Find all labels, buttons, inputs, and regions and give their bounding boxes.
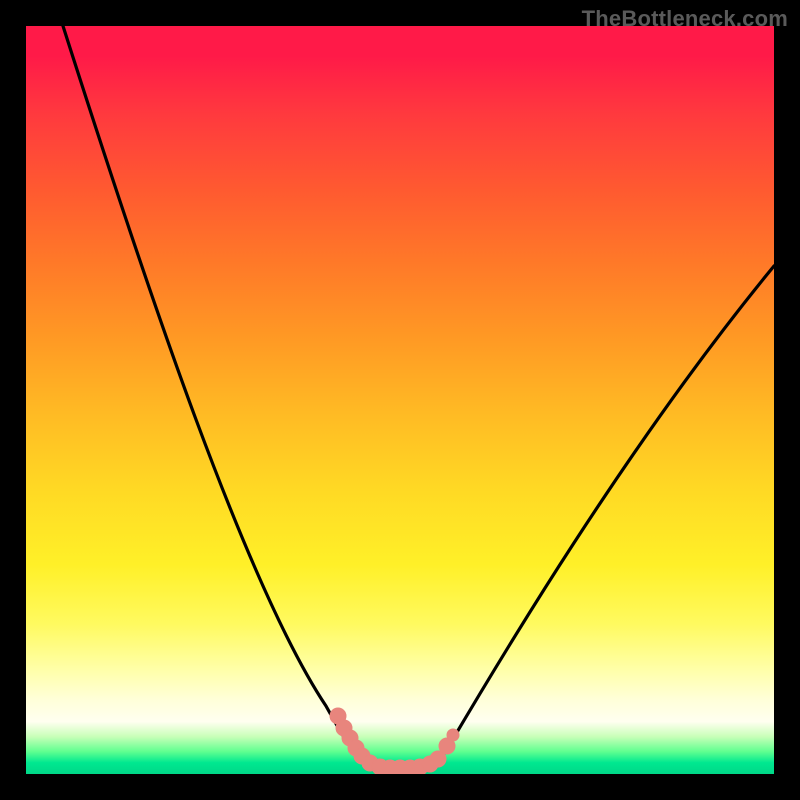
marker-dots-group	[330, 708, 459, 774]
chart-frame: TheBottleneck.com	[0, 0, 800, 800]
chart-svg	[26, 26, 774, 774]
chart-plot-area	[26, 26, 774, 774]
watermark-text: TheBottleneck.com	[582, 6, 788, 32]
bottleneck-curve-path	[63, 26, 774, 768]
